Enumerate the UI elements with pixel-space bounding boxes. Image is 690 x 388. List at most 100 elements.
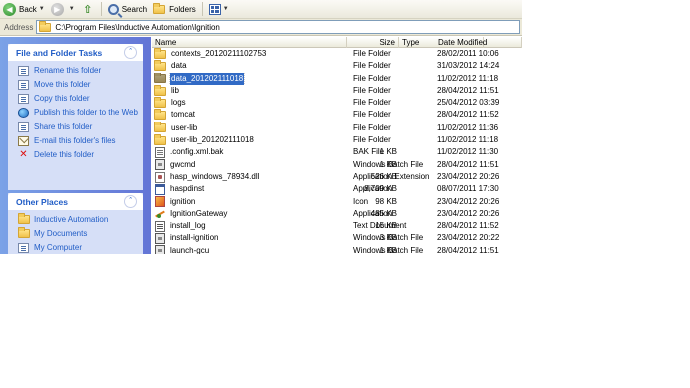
place-inductive-automation[interactable]: Inductive Automation [18, 213, 139, 227]
file-row[interactable]: .config.xml.bak 1 KB BAK File 11/02/2012 11… [152, 146, 522, 159]
file-name-cell[interactable]: launch-gcu [154, 245, 347, 254]
back-button[interactable]: ◀ Back ▼ [0, 1, 48, 18]
task-label[interactable]: E-mail this folder's files [34, 136, 116, 146]
email-icon [18, 136, 29, 146]
task-label[interactable]: Rename this folder [34, 66, 101, 76]
file-folder-tasks-header[interactable]: File and Folder Tasks ˆ [8, 44, 143, 61]
file-row[interactable]: launch-gcu 1 KB Windows Batch File 28/04/20… [152, 245, 522, 254]
file-name[interactable]: install-ignition [169, 232, 219, 244]
file-name-cell[interactable]: user-lib_201202111018 [154, 134, 347, 146]
file-name[interactable]: .config.xml.bak [169, 146, 224, 158]
file-name-cell[interactable]: logs [154, 97, 347, 109]
file-name[interactable]: data [170, 60, 188, 72]
file-name-cell[interactable]: haspdinst [154, 183, 347, 195]
folder-icon [18, 213, 30, 224]
file-row[interactable]: data_201202111018 File Folder 11/02/2012 1… [152, 72, 522, 85]
panel-title: Other Places [16, 196, 68, 207]
file-row[interactable]: install-ignition 3 KB Windows Batch File 23… [152, 232, 522, 245]
file-name-cell[interactable]: .config.xml.bak [154, 146, 347, 159]
task-label[interactable]: Publish this folder to the Web [34, 108, 138, 118]
chevron-down-icon[interactable]: ▼ [223, 6, 229, 12]
file-row[interactable]: IgnitionGateway 485 KB Application 23/04/20… [152, 208, 522, 220]
icon-file-icon [155, 196, 165, 208]
task-label[interactable]: Move this folder [34, 80, 90, 90]
address-path[interactable]: C:\Program Files\Inductive Automation\Ig… [55, 23, 220, 32]
file-row[interactable]: hasp_windows_78934.dll 526 KB Application … [152, 171, 522, 183]
file-row[interactable]: gwcmd 1 KB Windows Batch File 28/04/2012 11… [152, 159, 522, 171]
file-name-cell[interactable]: tomcat [154, 109, 347, 121]
task-label[interactable]: Share this folder [34, 122, 92, 132]
file-row[interactable]: install_log 15 KB Text Document 28/04/2012 … [152, 220, 522, 232]
move-icon [18, 80, 29, 90]
file-row[interactable]: contexts_20120211102753 File Folder 28/02/… [152, 48, 522, 60]
file-name-cell[interactable]: lib [154, 84, 347, 97]
places-list: Inductive Automation My Documents My Com… [8, 210, 143, 254]
file-name-cell[interactable]: user-lib [154, 121, 347, 134]
collapse-icon[interactable]: ˆ [124, 46, 137, 59]
chevron-down-icon[interactable]: ▼ [39, 6, 45, 12]
task-publish-web[interactable]: Publish this folder to the Web [18, 106, 139, 120]
collapse-icon[interactable]: ˆ [124, 195, 137, 208]
file-name[interactable]: user-lib [170, 122, 198, 134]
task-copy-folder[interactable]: Copy this folder [18, 92, 139, 106]
chevron-down-icon[interactable]: ▼ [69, 6, 75, 12]
task-list: Rename this folder Move this folder Copy… [8, 61, 143, 166]
file-name-cell[interactable]: data_201202111018 [154, 72, 347, 85]
file-name[interactable]: gwcmd [169, 159, 196, 171]
file-name[interactable]: lib [170, 85, 180, 97]
up-folder-button[interactable]: ⇧ [78, 1, 98, 18]
search-button[interactable]: Search [105, 1, 150, 18]
file-row[interactable]: logs File Folder 25/04/2012 03:39 [152, 97, 522, 109]
file-name[interactable]: haspdinst [169, 183, 205, 195]
task-email-files[interactable]: E-mail this folder's files [18, 134, 139, 148]
file-date-modified: 28/02/2011 10:06 [437, 49, 499, 58]
copy-icon [18, 94, 29, 104]
file-row[interactable]: haspdinst 8,709 KB Application 08/07/2011 1… [152, 183, 522, 195]
task-rename-folder[interactable]: Rename this folder [18, 64, 139, 78]
task-delete-folder[interactable]: ✕ Delete this folder [18, 148, 139, 162]
folders-button[interactable]: Folders [150, 1, 199, 18]
file-row[interactable]: user-lib File Folder 11/02/2012 11:36 [152, 121, 522, 134]
file-name[interactable]: user-lib_201202111018 [170, 134, 255, 146]
file-date-modified: 28/04/2012 11:51 [437, 245, 499, 254]
place-label[interactable]: My Computer [34, 243, 82, 253]
task-share-folder[interactable]: Share this folder [18, 120, 139, 134]
column-header-size[interactable]: Size [347, 37, 399, 48]
place-label[interactable]: My Documents [34, 229, 87, 239]
file-name[interactable]: logs [170, 97, 187, 109]
forward-button[interactable]: ▶ ▼ [48, 1, 78, 18]
column-header-date[interactable]: Date Modified [435, 37, 522, 48]
file-name[interactable]: hasp_windows_78934.dll [169, 171, 260, 183]
file-row[interactable]: tomcat File Folder 28/04/2012 11:52 [152, 109, 522, 121]
place-label[interactable]: Inductive Automation [34, 215, 108, 225]
file-type: File Folder [353, 73, 391, 83]
task-move-folder[interactable]: Move this folder [18, 78, 139, 92]
file-row[interactable]: ignition 98 KB Icon 23/04/2012 20:26 [152, 196, 522, 208]
file-name-cell[interactable]: IgnitionGateway [154, 208, 347, 220]
task-label[interactable]: Copy this folder [34, 94, 90, 104]
file-name-cell[interactable]: ignition [154, 196, 347, 208]
file-name[interactable]: tomcat [170, 109, 196, 121]
other-places-header[interactable]: Other Places ˆ [8, 193, 143, 210]
place-my-documents[interactable]: My Documents [18, 227, 139, 241]
file-name[interactable]: contexts_20120211102753 [170, 48, 267, 60]
file-name-cell[interactable]: data [154, 60, 347, 72]
file-row[interactable]: user-lib_201202111018 File Folder 11/02/20… [152, 134, 522, 146]
file-name[interactable]: install_log [169, 220, 207, 232]
task-label[interactable]: Delete this folder [34, 150, 94, 160]
file-name[interactable]: ignition [169, 196, 196, 208]
address-input[interactable]: C:\Program Files\Inductive Automation\Ig… [36, 20, 520, 34]
file-name-cell[interactable]: gwcmd [154, 159, 347, 171]
place-my-computer[interactable]: My Computer [18, 241, 139, 254]
file-row[interactable]: lib File Folder 28/04/2012 11:51 [152, 84, 522, 97]
file-name-cell[interactable]: install_log [154, 220, 347, 232]
file-name[interactable]: data_201202111018 [168, 72, 246, 85]
file-name-cell[interactable]: contexts_20120211102753 [154, 48, 347, 60]
file-name-cell[interactable]: install-ignition [154, 232, 347, 245]
views-button[interactable]: ▼ [206, 1, 232, 18]
column-header-name[interactable]: Name [152, 37, 347, 48]
file-row[interactable]: data File Folder 31/03/2012 14:24 [152, 60, 522, 72]
file-name-cell[interactable]: hasp_windows_78934.dll [154, 171, 347, 183]
file-name[interactable]: launch-gcu [169, 245, 210, 254]
file-name[interactable]: IgnitionGateway [169, 208, 228, 220]
